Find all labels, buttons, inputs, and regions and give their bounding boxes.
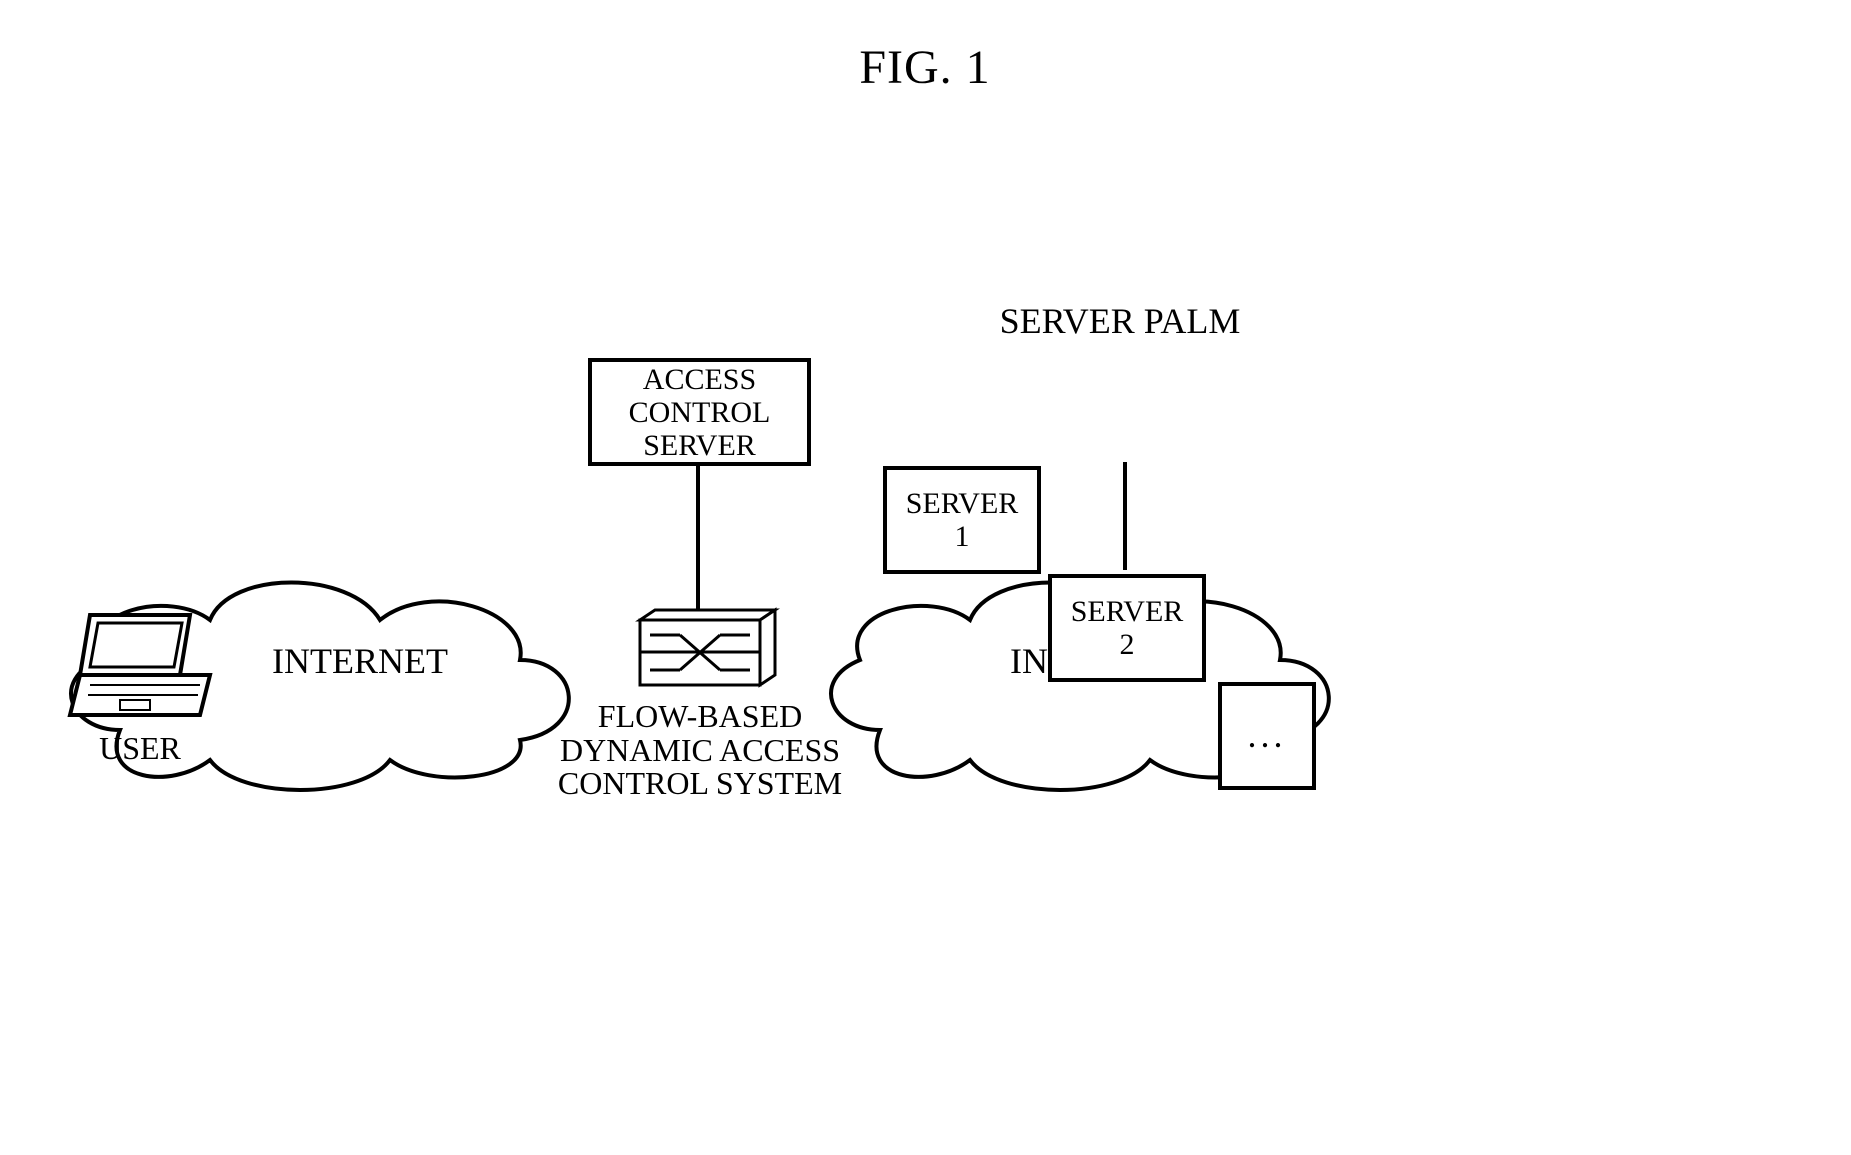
user-label: USER <box>80 730 200 767</box>
acs-line1: ACCESS <box>643 363 756 396</box>
server-1-box: SERVER 1 <box>883 466 1041 574</box>
acs-line3: SERVER <box>643 429 756 462</box>
server-2-line1: SERVER <box>1071 595 1184 628</box>
acs-line2: CONTROL <box>629 396 771 429</box>
switch-label: FLOW-BASED DYNAMIC ACCESS CONTROL SYSTEM <box>510 700 890 801</box>
switch-label-line3: CONTROL SYSTEM <box>558 765 842 801</box>
server-palm-title: SERVER PALM <box>960 300 1280 342</box>
switch-label-line2: DYNAMIC ACCESS <box>560 732 840 768</box>
access-control-server-box: ACCESS CONTROL SERVER <box>588 358 811 466</box>
server-1-line2: 1 <box>955 520 970 553</box>
diagram-canvas: FIG. 1 INTERNET INTRANET USER <box>0 0 1851 1155</box>
cloud-internet-label: INTERNET <box>230 640 490 682</box>
server-more-box: ... <box>1218 682 1316 790</box>
switch-icon <box>620 600 780 700</box>
server-2-line2: 2 <box>1120 628 1135 661</box>
switch-label-line1: FLOW-BASED <box>598 698 802 734</box>
server-1-line1: SERVER <box>906 487 1019 520</box>
server-2-box: SERVER 2 <box>1048 574 1206 682</box>
server-more-dots: ... <box>1248 716 1287 756</box>
laptop-icon <box>60 605 220 735</box>
